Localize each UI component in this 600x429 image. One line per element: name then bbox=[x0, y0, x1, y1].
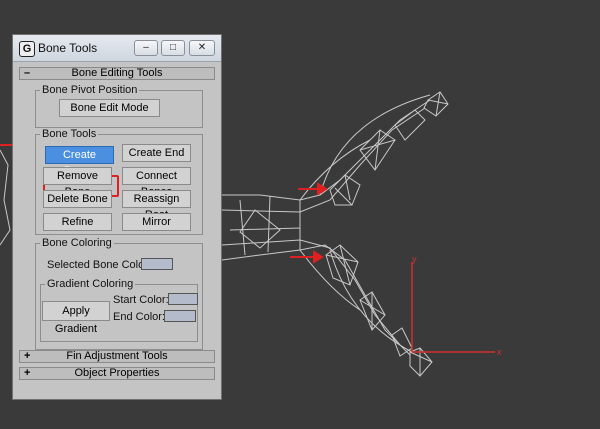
end-color-swatch[interactable] bbox=[164, 310, 196, 322]
rollout-fin-adjustment-tools[interactable]: + Fin Adjustment Tools bbox=[19, 350, 215, 363]
group-label: Bone Tools bbox=[40, 128, 99, 140]
apply-gradient-button[interactable]: Apply Gradient bbox=[42, 301, 110, 335]
close-button[interactable]: ✕ bbox=[189, 40, 215, 56]
collapse-icon: – bbox=[24, 67, 31, 79]
start-color-swatch[interactable] bbox=[168, 293, 198, 305]
title-bar[interactable]: G Bone Tools – □ ✕ bbox=[13, 35, 221, 62]
create-bones-button[interactable]: Create Bones bbox=[45, 146, 114, 177]
group-label: Bone Pivot Position bbox=[40, 84, 140, 96]
maximize-button[interactable]: □ bbox=[161, 40, 185, 56]
group-label: Gradient Coloring bbox=[45, 278, 136, 290]
axis-x-label: x bbox=[497, 347, 502, 357]
end-color-label: End Color: bbox=[113, 311, 165, 323]
minimize-button[interactable]: – bbox=[134, 40, 158, 56]
rollout-label: Bone Editing Tools bbox=[71, 67, 163, 79]
reassign-root-button[interactable]: Reassign Root bbox=[122, 190, 191, 221]
window-title: Bone Tools bbox=[38, 41, 98, 55]
selected-bone-color-label: Selected Bone Color: bbox=[47, 259, 151, 271]
selected-bone-color-swatch[interactable] bbox=[141, 258, 173, 270]
bone-edit-mode-button[interactable]: Bone Edit Mode bbox=[59, 99, 160, 117]
remove-bone-button[interactable]: Remove Bone bbox=[43, 167, 112, 198]
mirror-button[interactable]: Mirror bbox=[122, 213, 191, 231]
start-color-label: Start Color: bbox=[113, 294, 169, 306]
connect-bones-button[interactable]: Connect Bones bbox=[122, 167, 191, 198]
refine-button[interactable]: Refine bbox=[43, 213, 112, 231]
rollout-bone-editing-tools[interactable]: – Bone Editing Tools bbox=[19, 67, 215, 80]
bone-tools-window: G Bone Tools – □ ✕ – Bone Editing Tools … bbox=[12, 34, 222, 400]
delete-bone-button[interactable]: Delete Bone bbox=[43, 190, 112, 208]
expand-icon: + bbox=[24, 367, 31, 379]
rollout-label: Fin Adjustment Tools bbox=[66, 350, 168, 362]
expand-icon: + bbox=[24, 350, 31, 362]
axis-y-label: y bbox=[412, 254, 417, 264]
rollout-object-properties[interactable]: + Object Properties bbox=[19, 367, 215, 380]
app-logo-icon: G bbox=[19, 41, 35, 57]
create-end-button[interactable]: Create End bbox=[122, 144, 191, 162]
group-label: Bone Coloring bbox=[40, 237, 114, 249]
rollout-label: Object Properties bbox=[74, 367, 160, 379]
